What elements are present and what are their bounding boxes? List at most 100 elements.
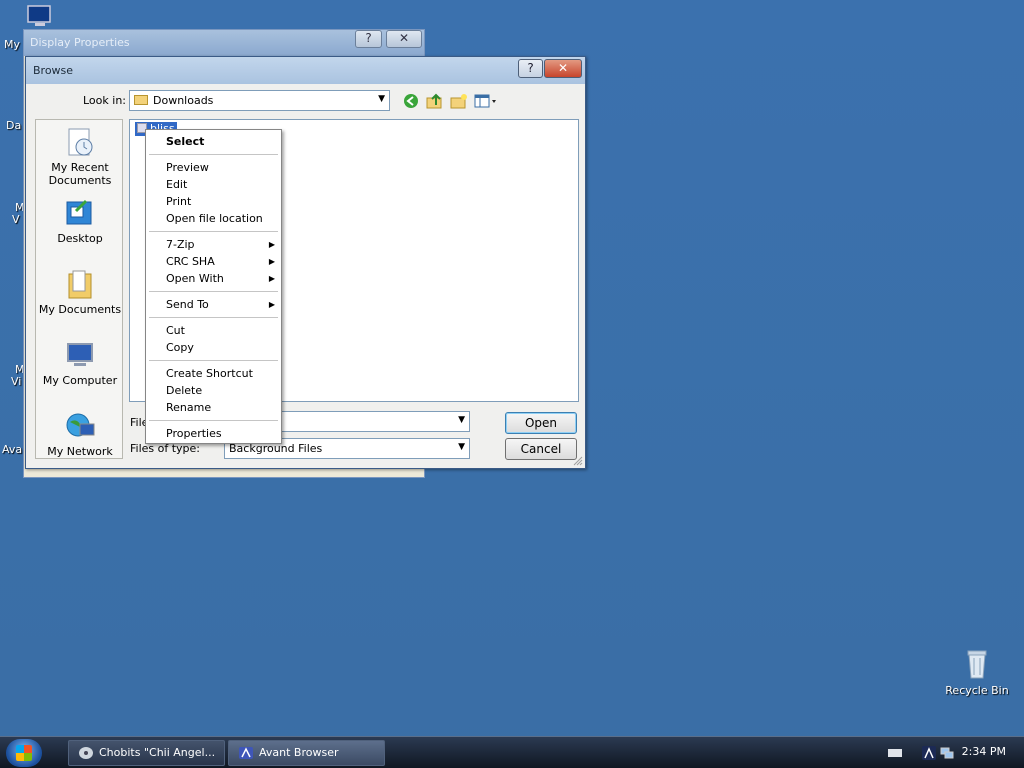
system-tray: 2:34 PM xyxy=(876,739,1022,767)
display-properties-help-button[interactable]: ? xyxy=(355,30,382,48)
keyboard-icon[interactable] xyxy=(888,749,902,757)
menu-item-preview[interactable]: Preview xyxy=(146,159,281,176)
browse-dialog-titlebar[interactable]: Browse ? ✕ xyxy=(26,57,585,84)
menu-separator xyxy=(149,154,278,155)
place-my-recent-documents[interactable]: My Recent Documents xyxy=(36,126,124,187)
menu-item-copy[interactable]: Copy xyxy=(146,339,281,356)
windows-logo-icon xyxy=(16,745,32,761)
taskbar-item-label: Avant Browser xyxy=(259,746,339,759)
desktop-fragment: Vi xyxy=(11,375,22,388)
start-button[interactable] xyxy=(6,739,42,767)
place-desktop[interactable]: Desktop xyxy=(36,197,124,245)
menu-item-label: Properties xyxy=(166,427,222,440)
place-label: My Recent Documents xyxy=(48,161,112,187)
menu-item-label: CRC SHA xyxy=(166,255,215,268)
desktop-icon-recycle-bin[interactable]: Recycle Bin xyxy=(944,648,1010,697)
menu-item-send-to[interactable]: Send To ▶ xyxy=(146,296,281,313)
menu-item-label: Send To xyxy=(166,298,209,311)
my-documents-icon xyxy=(68,270,92,299)
context-menu: Select Preview Edit Print Open file location… xyxy=(145,129,282,444)
menu-separator xyxy=(149,420,278,421)
network-icon[interactable] xyxy=(940,746,954,760)
taskbar: Chobits "Chii Angel... Avant Browser 2:3… xyxy=(0,736,1024,768)
recycle-bin-label: Recycle Bin xyxy=(945,684,1009,697)
submenu-arrow-icon: ▶ xyxy=(268,257,275,266)
place-label: My Network xyxy=(47,445,113,458)
menu-item-label: Rename xyxy=(166,401,212,414)
look-in-value: Downloads xyxy=(153,94,214,107)
menu-separator xyxy=(149,231,278,232)
taskbar-item-avant-browser[interactable]: Avant Browser xyxy=(228,740,385,766)
computer-icon xyxy=(27,5,51,26)
menu-item-label: Select xyxy=(166,135,205,148)
places-bar: My Recent Documents Desktop My Documents… xyxy=(35,119,123,459)
look-in-combo[interactable]: Downloads ▼ xyxy=(129,90,390,111)
folder-icon xyxy=(134,95,148,105)
menu-item-label: Open With xyxy=(166,272,224,285)
submenu-arrow-icon: ▶ xyxy=(268,274,275,283)
recycle-bin-icon xyxy=(967,650,987,679)
menu-item-cut[interactable]: Cut xyxy=(146,322,281,339)
menu-item-edit[interactable]: Edit xyxy=(146,176,281,193)
cancel-button[interactable]: Cancel xyxy=(505,438,577,460)
menu-item-properties[interactable]: Properties xyxy=(146,425,281,442)
menu-item-label: Preview xyxy=(166,161,209,174)
place-label: Desktop xyxy=(57,232,103,245)
recent-documents-icon xyxy=(68,128,93,156)
resize-grip-icon[interactable] xyxy=(573,456,583,466)
look-in-label: Look in: xyxy=(83,94,126,107)
chevron-down-icon[interactable]: ▼ xyxy=(458,415,465,425)
place-label: My Documents xyxy=(38,303,122,316)
menu-item-delete[interactable]: Delete xyxy=(146,382,281,399)
chevron-down-icon[interactable]: ▼ xyxy=(458,442,465,452)
new-folder-icon[interactable] xyxy=(450,93,468,109)
menu-item-open-with[interactable]: Open With ▶ xyxy=(146,270,281,287)
view-menu-icon[interactable] xyxy=(474,93,498,109)
taskbar-item-chobits[interactable]: Chobits "Chii Angel... xyxy=(68,740,225,766)
avant-tray-icon[interactable] xyxy=(922,746,936,760)
menu-item-label: Cut xyxy=(166,324,185,337)
my-network-icon xyxy=(66,413,95,437)
up-folder-icon[interactable] xyxy=(426,93,444,109)
menu-separator xyxy=(149,317,278,318)
desktop-fragment: V xyxy=(12,213,20,226)
help-button[interactable]: ? xyxy=(518,59,543,78)
menu-item-label: Create Shortcut xyxy=(166,367,253,380)
my-computer-icon xyxy=(67,343,93,366)
close-button[interactable]: ✕ xyxy=(544,59,582,78)
place-my-documents[interactable]: My Documents xyxy=(36,268,124,316)
menu-item-print[interactable]: Print xyxy=(146,193,281,210)
chevron-down-icon: ▼ xyxy=(378,94,385,104)
desktop-icon xyxy=(66,199,92,225)
submenu-arrow-icon: ▶ xyxy=(268,300,275,309)
menu-item-open-file-location[interactable]: Open file location xyxy=(146,210,281,227)
place-label: My Computer xyxy=(42,374,118,387)
desktop-fragment: Da xyxy=(6,119,22,132)
menu-item-label: Print xyxy=(166,195,192,208)
browser-icon xyxy=(239,747,253,759)
taskbar-item-label: Chobits "Chii Angel... xyxy=(99,746,216,759)
desktop-icon-label: My xyxy=(4,38,21,51)
place-my-computer[interactable]: My Computer xyxy=(36,339,124,387)
menu-item-label: Copy xyxy=(166,341,194,354)
open-button[interactable]: Open xyxy=(505,412,577,434)
menu-item-label: 7-Zip xyxy=(166,238,195,251)
menu-item-create-shortcut[interactable]: Create Shortcut xyxy=(146,365,281,382)
menu-separator xyxy=(149,291,278,292)
menu-item-label: Edit xyxy=(166,178,188,191)
browse-dialog: Browse ? ✕ Look in: Downloads ▼ My Recen… xyxy=(25,56,586,469)
display-properties-close-button[interactable]: ✕ xyxy=(386,30,422,48)
place-my-network[interactable]: My Network xyxy=(36,410,124,458)
clock[interactable]: 2:34 PM xyxy=(962,745,1006,758)
menu-item-rename[interactable]: Rename xyxy=(146,399,281,416)
media-icon xyxy=(79,747,93,759)
menu-item-7-zip[interactable]: 7-Zip ▶ xyxy=(146,236,281,253)
browse-dialog-title: Browse xyxy=(33,64,74,77)
menu-item-label: Open file location xyxy=(166,212,263,225)
menu-item-select[interactable]: Select xyxy=(146,133,281,150)
desktop-fragment: Ava xyxy=(2,443,23,456)
back-icon[interactable] xyxy=(403,93,419,109)
submenu-arrow-icon: ▶ xyxy=(268,240,275,249)
menu-item-label: Delete xyxy=(166,384,203,397)
menu-item-crc-sha[interactable]: CRC SHA ▶ xyxy=(146,253,281,270)
